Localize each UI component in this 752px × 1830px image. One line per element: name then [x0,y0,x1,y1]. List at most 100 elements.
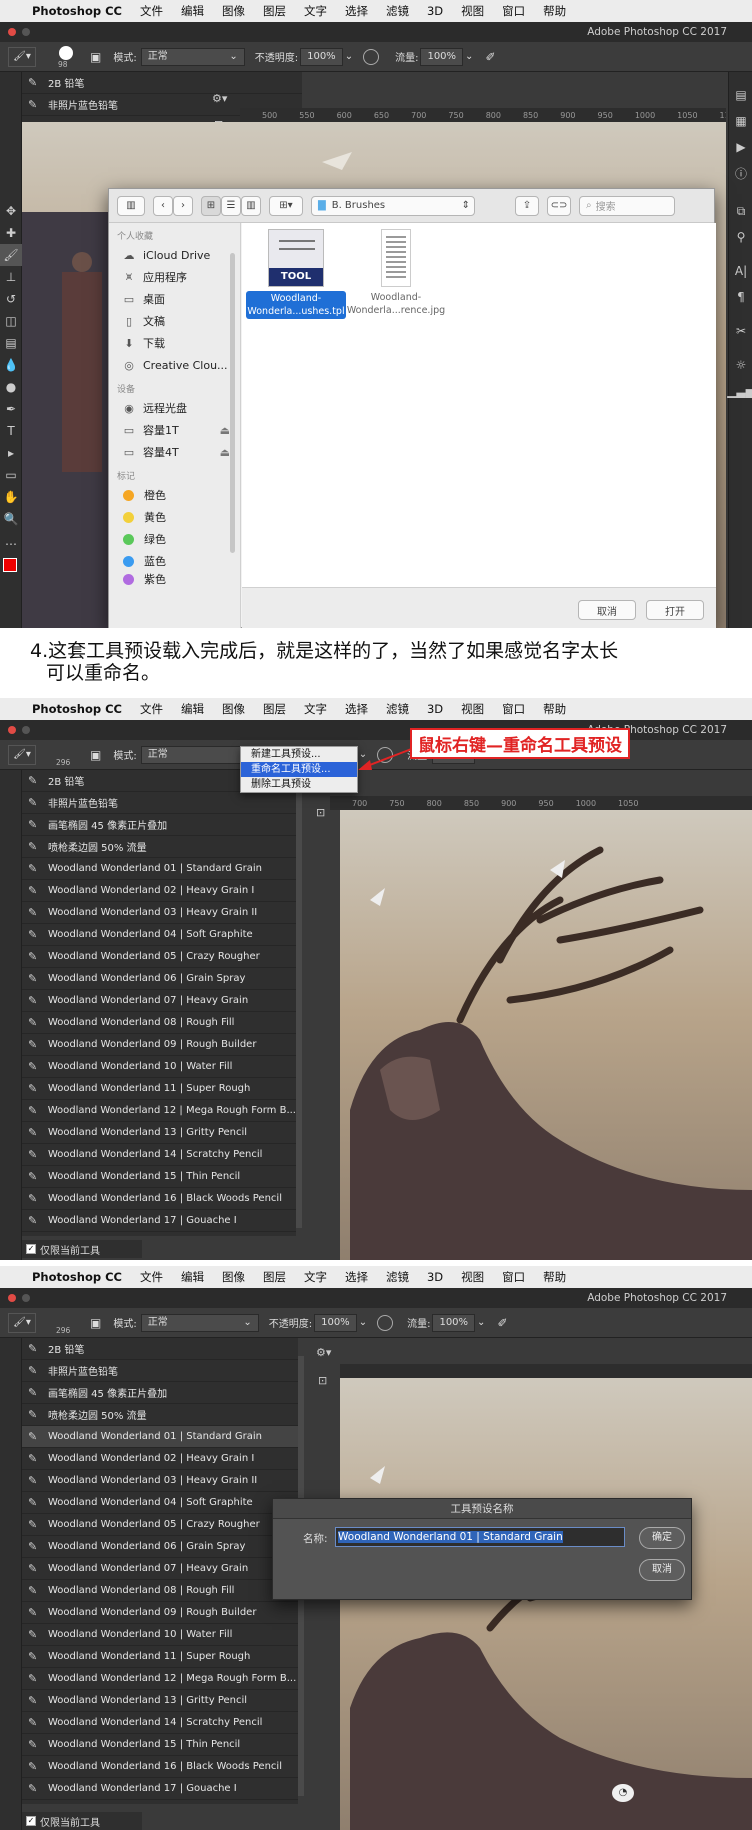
airbrush-icon[interactable]: ✐ [485,50,495,64]
preset-row[interactable]: ✎ Woodland Wonderland 02 | Heavy Grain I [22,880,296,902]
close-icon[interactable] [8,28,16,36]
share-icon[interactable]: ⇪ [515,195,539,216]
open-button[interactable]: 打开 [646,600,704,620]
sidebar-item-desktop[interactable]: ▭ 桌面 [109,288,240,310]
chevron-down-icon[interactable]: ⌄ [477,1317,485,1328]
opacity-field[interactable]: 100% [314,1313,357,1332]
sidebar-item-creative-cloud[interactable]: ◎ Creative Clou... [109,354,240,376]
blur-tool-icon[interactable]: 💧 [0,354,22,376]
preset-row[interactable]: ✎ Woodland Wonderland 10 | Water Fill [22,1056,296,1078]
menu-view[interactable]: 视图 [461,3,484,19]
scrollbar[interactable] [230,253,235,553]
menu-item-rename-preset[interactable]: 重命名工具预设... [241,762,357,777]
current-tool-only[interactable]: ✓ 仅限当前工具 [22,1240,142,1258]
sidebar-item-tag-blue[interactable]: 蓝色 [109,550,240,572]
preset-row[interactable]: ✎ Woodland Wonderland 12 | Mega Rough For… [22,1100,296,1122]
menu-image[interactable]: 图像 [222,1269,245,1285]
hand-tool-icon[interactable]: ✋ [0,486,22,508]
preset-row[interactable]: ✎ Woodland Wonderland 16 | Black Woods Pe… [22,1188,296,1210]
preset-row[interactable]: ✎ Woodland Wonderland 12 | Mega Rough For… [22,1668,298,1690]
menu-filter[interactable]: 滤镜 [386,3,409,19]
brush-panel-icon[interactable]: ▣ [90,748,101,762]
shape-tool-icon[interactable]: ▭ [0,464,22,486]
preset-row[interactable]: ✎ Woodland Wonderland 15 | Thin Pencil [22,1166,296,1188]
brush-tool-icon[interactable]: 🖌 [0,244,22,266]
pressure-opacity-icon[interactable] [363,48,380,65]
close-icon[interactable] [8,1294,16,1302]
preset-row[interactable]: ✎ Woodland Wonderland 09 | Rough Builder [22,1034,296,1056]
file-tpl[interactable]: TOOL Woodland- Wonderla...ushes.tpl [246,229,346,319]
minimize-icon[interactable] [22,1294,30,1302]
preset-row[interactable]: ✎ Woodland Wonderland 08 | Rough Fill [22,1580,298,1602]
sidebar-item-tag-purple[interactable]: 紫色 [109,572,240,586]
preset-row[interactable]: ✎ Woodland Wonderland 02 | Heavy Grain I [22,1448,298,1470]
menu-file[interactable]: 文件 [140,1269,163,1285]
color-swatches[interactable] [0,552,21,588]
brush-panel-icon[interactable]: ▣ [90,50,101,64]
preset-row[interactable]: ✎ Woodland Wonderland 15 | Thin Pencil [22,1734,298,1756]
sidebar-item-volume-4t[interactable]: ▭ 容量4T ⏏ [109,441,240,463]
menu-view[interactable]: 视图 [461,701,484,717]
menu-help[interactable]: 帮助 [543,3,566,19]
menu-edit[interactable]: 编辑 [181,701,204,717]
menu-filter[interactable]: 滤镜 [386,701,409,717]
column-view-icon[interactable]: ▥ [241,195,261,216]
preset-row[interactable]: ✎ Woodland Wonderland 11 | Super Rough [22,1078,296,1100]
menu-select[interactable]: 选择 [345,3,368,19]
tag-icon[interactable]: ⊂⊃ [547,195,571,216]
preset-row[interactable]: ✎ Woodland Wonderland 13 | Gritty Pencil [22,1122,296,1144]
menu-layer[interactable]: 图层 [263,1269,286,1285]
preset-row[interactable]: ✎ Woodland Wonderland 05 | Crazy Rougher [22,1514,298,1536]
preset-row[interactable]: ✎ Woodland Wonderland 06 | Grain Spray [22,1536,298,1558]
tools-icon[interactable]: ✂ [729,318,752,344]
eject-icon[interactable]: ⏏ [220,424,230,437]
character-icon[interactable]: A| [729,258,752,284]
file-jpg[interactable]: Woodland- Wonderla...rence.jpg [346,229,446,317]
chevron-down-icon[interactable]: ⌄ [345,51,353,62]
forward-button[interactable]: › [173,195,193,216]
preset-row[interactable]: ✎ Woodland Wonderland 17 | Gouache I [22,1210,296,1232]
preset-row[interactable]: ✎ Woodland Wonderland 03 | Heavy Grain II [22,1470,298,1492]
brush-panel-icon[interactable]: ▣ [90,1316,101,1330]
pressure-opacity-icon[interactable] [377,1314,394,1331]
eject-icon[interactable]: ⏏ [220,446,230,459]
menu-type[interactable]: 文字 [304,3,327,19]
preset-row[interactable]: ✎ 喷枪柔边圆 50% 流量 [22,1404,298,1426]
back-button[interactable]: ‹ [153,195,173,216]
histogram-icon[interactable]: ▁▃▅ [727,378,752,404]
gradient-tool-icon[interactable]: ▤ [0,332,22,354]
sidebar-item-downloads[interactable]: ⬇ 下载 [109,332,240,354]
preset-row[interactable]: ✎ Woodland Wonderland 07 | Heavy Grain [22,1558,298,1580]
checkbox-checked-icon[interactable]: ✓ [26,1816,36,1826]
preset-row[interactable]: ✎ Woodland Wonderland 03 | Heavy Grain II [22,902,296,924]
document-canvas[interactable] [340,810,752,1260]
cancel-button[interactable]: 取消 [639,1559,685,1581]
menu-3d[interactable]: 3D [427,1270,443,1284]
preset-row[interactable]: ✎ Woodland Wonderland 04 | Soft Graphite [22,924,296,946]
name-input[interactable]: Woodland Wonderland 01 | Standard Grain [335,1527,625,1547]
preset-row[interactable]: ✎ 非照片蓝色铅笔 [22,1360,298,1382]
preset-row[interactable]: ✎ Woodland Wonderland 05 | Crazy Rougher [22,946,296,968]
airbrush-icon[interactable]: ✐ [497,1316,507,1330]
info-icon[interactable]: ⓘ [729,160,752,186]
menu-layer[interactable]: 图层 [263,701,286,717]
menu-select[interactable]: 选择 [345,701,368,717]
minimize-icon[interactable] [22,726,30,734]
menu-select[interactable]: 选择 [345,1269,368,1285]
preset-row[interactable]: ✎ Woodland Wonderland 11 | Super Rough [22,1646,298,1668]
arrange-icon[interactable]: ⊞▾ [269,195,303,216]
more-tools-icon[interactable]: … [0,530,22,552]
type-tool-icon[interactable]: T [0,420,22,442]
brush-size-preview[interactable]: 98 [52,44,82,70]
preset-row[interactable]: ✎ 画笔椭圆 45 像素正片叠加 [22,814,296,836]
sidebar-item-tag-yellow[interactable]: 黄色 [109,506,240,528]
menu-3d[interactable]: 3D [427,4,443,18]
menu-file[interactable]: 文件 [140,3,163,19]
brush-size-preview[interactable]: 296 [50,1310,86,1336]
history-brush-icon[interactable]: ↺ [0,288,22,310]
preset-row[interactable]: ✎ Woodland Wonderland 14 | Scratchy Penci… [22,1144,296,1166]
folder-select[interactable]: ▇ B. Brushes ⇕ [311,195,475,216]
brush-settings-icon[interactable]: ⧉ [729,198,752,224]
preset-row[interactable]: ✎ 2B 铅笔 [22,72,302,94]
sidebar-item-icloud[interactable]: ☁ iCloud Drive [109,244,240,266]
